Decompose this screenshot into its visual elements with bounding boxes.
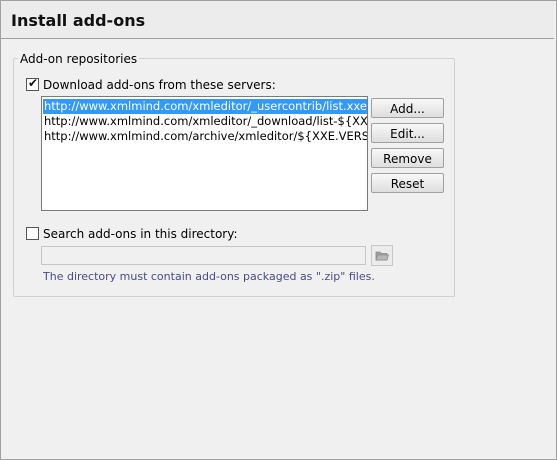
server-list[interactable]: http://www.xmlmind.com/xmleditor/_userco… <box>41 96 368 211</box>
download-checkbox-label[interactable]: Download add-ons from these servers: <box>43 78 276 92</box>
remove-button[interactable]: Remove <box>371 148 444 168</box>
download-checkbox[interactable]: ✔ <box>26 76 39 91</box>
folder-icon <box>375 251 390 261</box>
reset-button[interactable]: Reset <box>371 173 444 193</box>
directory-hint: The directory must contain add-ons packa… <box>43 270 375 283</box>
list-item[interactable]: http://www.xmlmind.com/xmleditor/_downlo… <box>43 114 367 129</box>
header-bar: Install add-ons <box>1 1 554 39</box>
page-title: Install add-ons <box>11 11 146 30</box>
browse-folder-button[interactable] <box>371 245 393 266</box>
list-item[interactable]: http://www.xmlmind.com/archive/xmleditor… <box>43 129 367 144</box>
list-item[interactable]: http://www.xmlmind.com/xmleditor/_userco… <box>43 99 367 114</box>
directory-checkbox-label[interactable]: Search add-ons in this directory: <box>43 227 238 241</box>
edit-button[interactable]: Edit... <box>371 123 444 143</box>
check-icon: ✔ <box>28 76 39 90</box>
add-button[interactable]: Add... <box>371 98 444 118</box>
directory-field[interactable] <box>41 246 366 265</box>
directory-checkbox[interactable] <box>26 227 39 240</box>
group-title: Add-on repositories <box>18 52 140 66</box>
